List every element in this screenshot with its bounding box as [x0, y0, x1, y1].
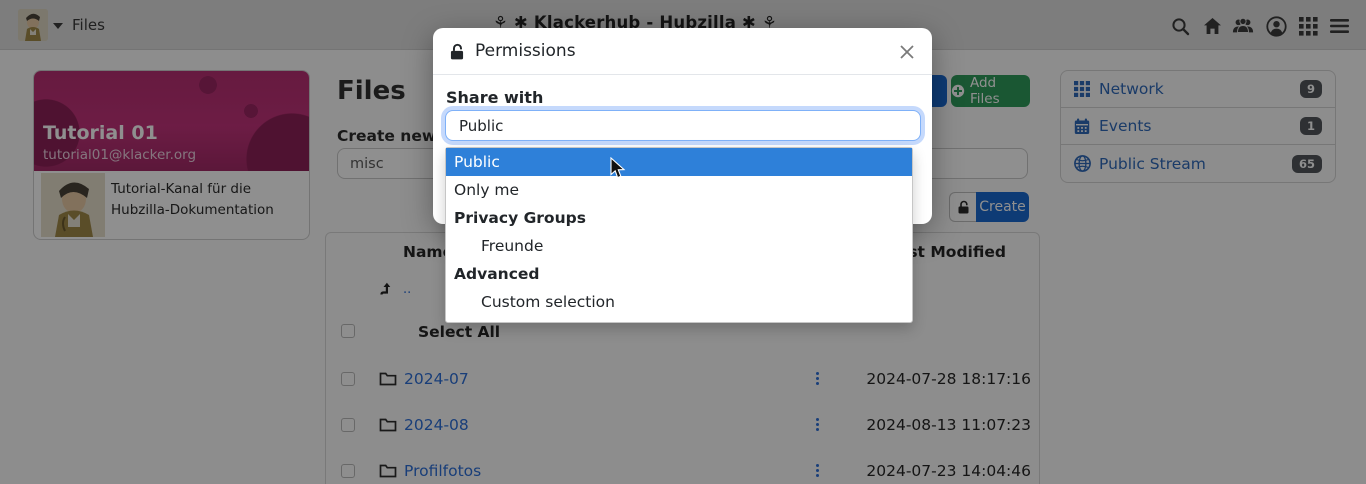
dropdown-option-custom-selection[interactable]: Custom selection — [446, 288, 912, 316]
dropdown-group-advanced: Advanced — [446, 260, 912, 288]
close-icon — [899, 44, 915, 60]
dropdown-option-public[interactable]: Public — [446, 148, 912, 176]
dropdown-option-freunde[interactable]: Freunde — [446, 232, 912, 260]
dropdown-option-only-me[interactable]: Only me — [446, 176, 912, 204]
share-with-dropdown: Public Only me Privacy Groups Freunde Ad… — [445, 147, 913, 323]
modal-header: Permissions — [433, 28, 932, 75]
close-button[interactable] — [896, 41, 918, 63]
share-with-label: Share with — [446, 88, 543, 107]
dropdown-group-privacy-groups: Privacy Groups — [446, 204, 912, 232]
modal-title: Permissions — [475, 41, 576, 61]
share-with-input[interactable] — [445, 110, 921, 141]
mouse-cursor — [610, 157, 627, 180]
unlock-icon — [449, 43, 465, 60]
